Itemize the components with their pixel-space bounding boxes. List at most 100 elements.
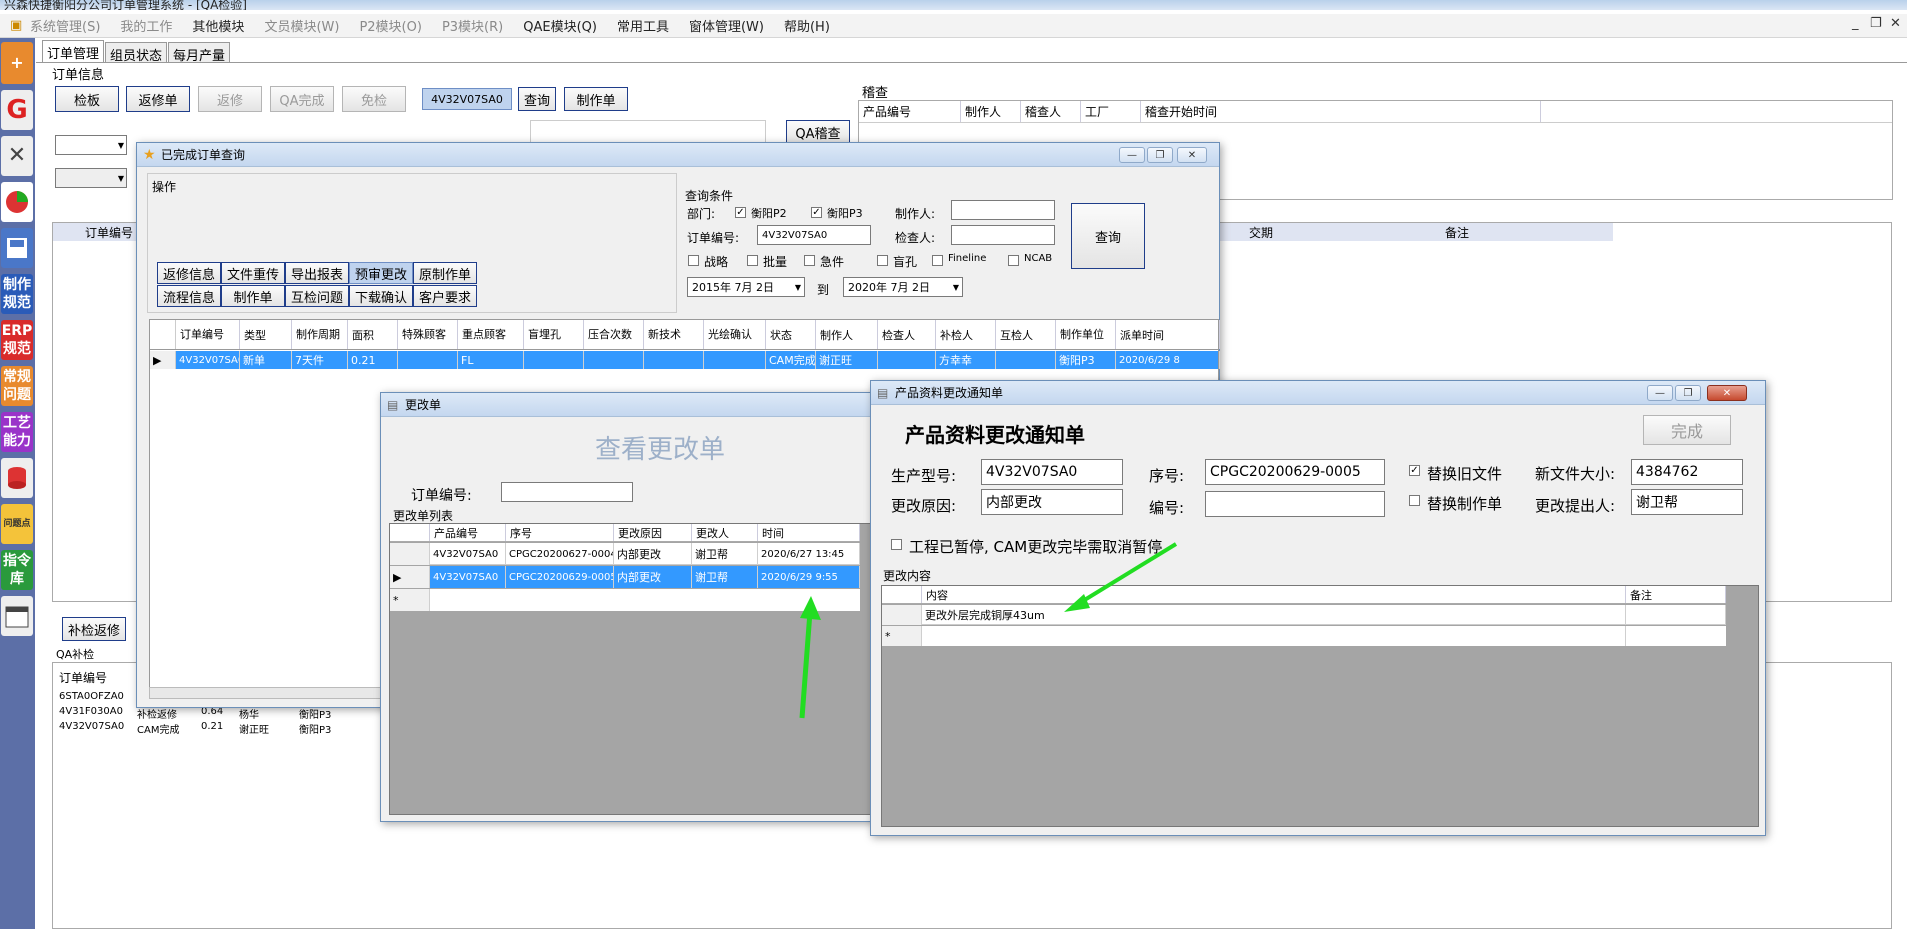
date-to-picker[interactable]: 2020年 7月 2日 ▼ (843, 277, 963, 297)
tab-order-mgmt[interactable]: 订单管理 (42, 40, 105, 62)
reason-input[interactable]: 内部更改 (981, 489, 1123, 515)
dock-g-icon[interactable]: G (1, 90, 33, 130)
minimize-icon[interactable]: _ (1852, 16, 1859, 31)
flag-fineline-checkbox[interactable] (932, 255, 943, 266)
completed-grid-header: 订单编号 类型 制作周期 面积 特殊顾客 重点顾客 盲埋孔 压合次数 新技术 光… (150, 320, 1220, 350)
menu-p3[interactable]: P3模块(R) (432, 16, 513, 35)
rework-order-button[interactable]: 返修单 (126, 86, 190, 112)
proposer-input[interactable]: 谢卫帮 (1631, 489, 1743, 515)
new-size-input[interactable]: 4384762 (1631, 459, 1743, 485)
order-no-input[interactable]: 4V32V07SA0 (757, 225, 871, 245)
original-order-button[interactable]: 原制作单 (413, 262, 477, 284)
flow-info-button[interactable]: 流程信息 (157, 285, 221, 307)
export-report-button[interactable]: 导出报表 (285, 262, 349, 284)
close-icon[interactable]: ✕ (1890, 16, 1901, 31)
menu-help[interactable]: 帮助(H) (774, 16, 840, 35)
rework-info-button[interactable]: 返修信息 (157, 262, 221, 284)
notice-window-titlebar[interactable]: ▤ 产品资料更改通知单 — ❐ ✕ (871, 381, 1765, 405)
new-row[interactable]: * (882, 626, 1726, 646)
horizontal-scrollbar[interactable] (149, 687, 389, 699)
order-no-display[interactable]: 4V32V07SA0 (422, 88, 512, 110)
paused-checkbox[interactable] (891, 539, 902, 550)
model-input[interactable]: 4V32V07SA0 (981, 459, 1123, 485)
qa-supp-col-order: 订单编号 (59, 671, 108, 685)
dock-make-spec[interactable]: 制作规范 (1, 274, 33, 314)
dock-tools-icon[interactable]: ✕ (1, 136, 33, 176)
close-icon[interactable]: ✕ (1707, 385, 1747, 401)
seq-input[interactable]: CPGC20200629-0005 (1205, 459, 1385, 485)
restore-icon[interactable]: ❐ (1675, 385, 1701, 401)
main-dropdown-2[interactable]: ▼ (55, 168, 127, 188)
completed-window-titlebar[interactable]: ★ 已完成订单查询 — ❐ ✕ (137, 143, 1219, 167)
change-order-input[interactable] (501, 482, 633, 502)
checker-input[interactable] (951, 225, 1055, 245)
inspect-button[interactable]: 检板 (55, 86, 119, 112)
tab-member-status[interactable]: 组员状态 (105, 42, 168, 64)
change-order-window: ▤ 更改单 查看更改单 订单编号: 更改单列表 产品编号 序号 更改原因 更改人… (380, 392, 876, 822)
replace-old-checkbox[interactable]: ✓ (1409, 465, 1420, 476)
app-menu-icon[interactable]: ▣ (0, 18, 22, 33)
menu-my-work[interactable]: 我的工作 (110, 16, 182, 35)
qa-done-button[interactable]: QA完成 (270, 86, 334, 112)
restore-icon[interactable]: ❐ (1147, 147, 1173, 163)
menu-tools[interactable]: 常用工具 (607, 16, 679, 35)
main-query-button[interactable]: 查询 (518, 87, 556, 111)
done-button[interactable]: 完成 (1643, 415, 1731, 445)
menu-qae[interactable]: QAE模块(Q) (513, 16, 607, 35)
menu-window[interactable]: 窗体管理(W) (679, 16, 774, 35)
new-row[interactable]: * (390, 589, 860, 611)
dock-command-lib[interactable]: 指令库 (1, 550, 33, 590)
dock-process-ability[interactable]: 工艺能力 (1, 412, 33, 452)
dock-common-issues[interactable]: 常规问题 (1, 366, 33, 406)
win-make-order-button[interactable]: 制作单 (221, 285, 285, 307)
code-input[interactable] (1205, 491, 1385, 517)
replace-make-checkbox[interactable] (1409, 495, 1420, 506)
dock-db-icon[interactable] (1, 458, 33, 498)
maker-input[interactable] (951, 200, 1055, 220)
main-dropdown-1[interactable]: ▼ (55, 135, 127, 155)
qa-spot-button[interactable]: QA稽查 (786, 120, 850, 144)
menu-system[interactable]: 系统管理(S) (20, 16, 110, 35)
table-row[interactable]: ▶ 4V32V07SA0 CPGC20200629-0005 内部更改 谢卫帮 … (390, 566, 860, 588)
make-order-button[interactable]: 制作单 (564, 87, 628, 111)
flag-batch-checkbox[interactable] (747, 255, 758, 266)
table-row[interactable]: 4V32V07SA0 CPGC20200627-0004 内部更改 谢卫帮 20… (390, 543, 860, 565)
date-from-picker[interactable]: 2015年 7月 2日 ▼ (687, 277, 805, 297)
minimize-icon[interactable]: — (1647, 385, 1673, 401)
flag-ncab-checkbox[interactable] (1008, 255, 1019, 266)
menu-p2[interactable]: P2模块(O) (349, 16, 432, 35)
customer-req-button[interactable]: 客户要求 (413, 285, 477, 307)
menu-clerk[interactable]: 文员模块(W) (254, 16, 349, 35)
dock-plus-icon[interactable]: + (1, 42, 33, 84)
close-icon[interactable]: ✕ (1177, 147, 1207, 163)
download-confirm-button[interactable]: 下载确认 (349, 285, 413, 307)
col-maker: 制作人 (816, 320, 878, 349)
file-reupload-button[interactable]: 文件重传 (221, 262, 285, 284)
mutual-check-button[interactable]: 互检问题 (285, 285, 349, 307)
row-header-cell (150, 320, 176, 349)
exempt-button[interactable]: 免检 (342, 86, 406, 112)
completed-query-button[interactable]: 查询 (1071, 203, 1145, 269)
table-row[interactable]: ▶ 4V32V07SA0 新单 7天件 0.21 FL CAM完成 谢正旺 方幸… (150, 351, 1220, 369)
dept-p3-checkbox[interactable]: ✓ (811, 207, 822, 218)
flag-strategic-checkbox[interactable] (688, 255, 699, 266)
table-row[interactable]: 4V32V07SA0 CAM完成 0.21 谢正旺 衡阳P3 (53, 721, 393, 736)
dock-issue-points[interactable]: 问题点 (1, 504, 33, 544)
flag-blind-checkbox[interactable] (877, 255, 888, 266)
dock-erp-spec[interactable]: ERP规范 (1, 320, 33, 360)
flag-urgent-checkbox[interactable] (804, 255, 815, 266)
dock-calendar-icon[interactable] (1, 596, 33, 636)
table-row[interactable]: 更改外层完成铜厚43um (882, 605, 1726, 625)
dock-save-icon[interactable] (1, 228, 33, 268)
tab-monthly-output[interactable]: 每月产量 (168, 42, 231, 64)
table-row[interactable]: 4V31F030A0 补检返修 0.64 杨华 衡阳P3 (53, 706, 393, 721)
precheck-change-button[interactable]: 预审更改 (349, 262, 413, 284)
change-window-titlebar[interactable]: ▤ 更改单 (381, 393, 875, 417)
minimize-icon[interactable]: — (1119, 147, 1145, 163)
supplement-rework-button[interactable]: 补检返修 (62, 617, 126, 641)
rework-button[interactable]: 返修 (198, 86, 262, 112)
dept-p2-checkbox[interactable]: ✓ (735, 207, 746, 218)
dock-pie-icon[interactable] (1, 182, 33, 222)
menu-other[interactable]: 其他模块 (182, 16, 254, 35)
restore-icon[interactable]: ❐ (1870, 16, 1882, 31)
